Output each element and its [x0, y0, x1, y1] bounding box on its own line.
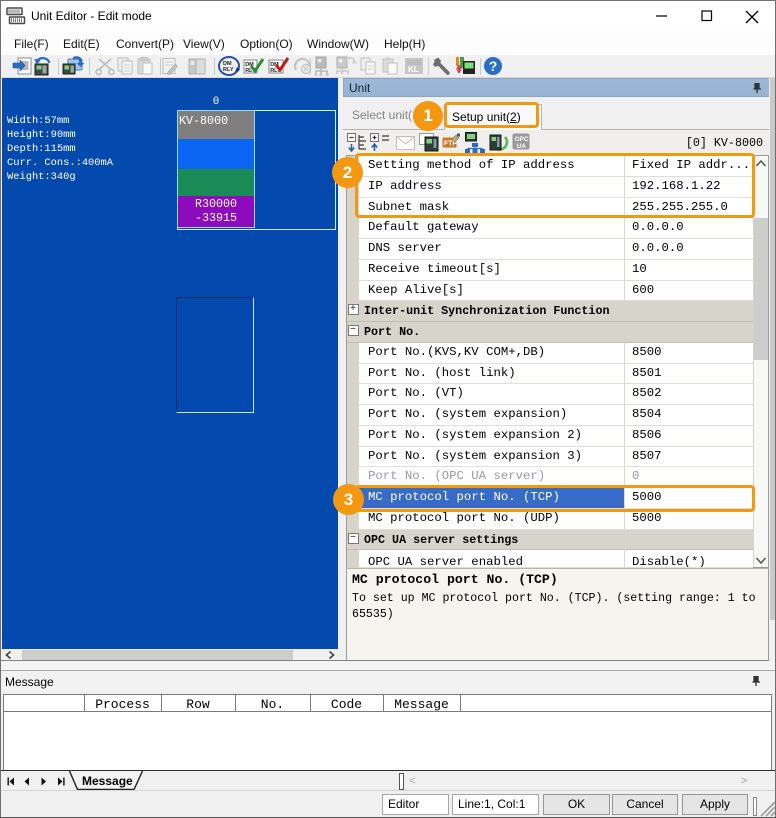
svg-text:KL: KL — [408, 65, 419, 74]
svg-text:OPC: OPC — [515, 136, 529, 143]
svg-text:?: ? — [489, 58, 498, 74]
svg-text:RLY: RLY — [223, 67, 234, 73]
svg-text:UA: UA — [517, 143, 527, 150]
